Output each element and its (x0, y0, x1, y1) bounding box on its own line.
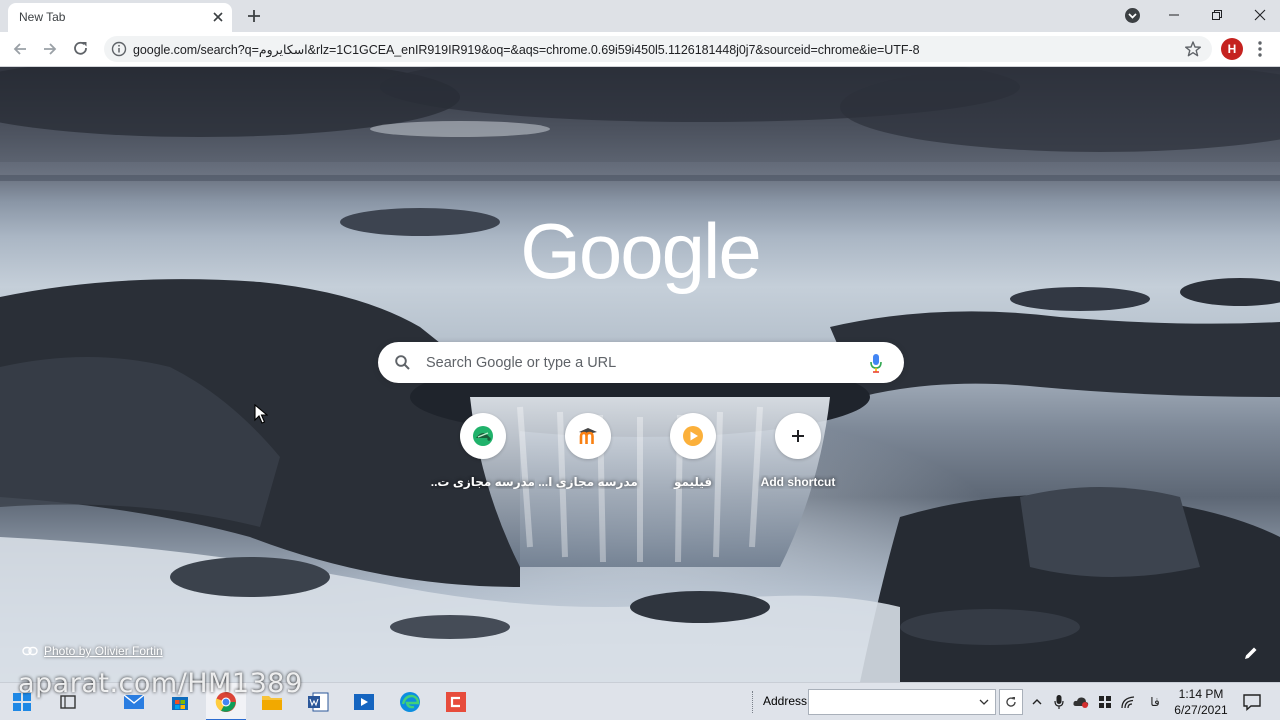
forward-button[interactable] (40, 39, 60, 59)
refresh-icon (1006, 697, 1016, 707)
taskbar-camtasia[interactable] (444, 690, 468, 714)
tray-antivirus[interactable] (1072, 693, 1090, 711)
tab-strip: New Tab (0, 0, 1280, 32)
shortcut-tile[interactable]: مدرسه مجازی ت... (431, 411, 535, 495)
turtle-logo-icon (473, 426, 493, 446)
moodle-logo-icon (579, 428, 597, 444)
toolbar-grip[interactable] (752, 691, 754, 713)
filimo-play-icon (683, 426, 703, 446)
microphone-tray-icon (1054, 695, 1064, 709)
restore-button[interactable] (1195, 0, 1239, 30)
address-toolbar-input[interactable] (808, 689, 996, 715)
cloud-sync-icon (1073, 697, 1089, 708)
shortcut-label: فیلیمو (673, 475, 713, 489)
shortcut-icon-container (775, 413, 821, 459)
chevron-up-icon (1032, 699, 1042, 705)
taskbar-clock[interactable]: 1:14 PM 6/27/2021 (1170, 686, 1232, 718)
shortcut-label: مدرسه مجازی ت... (431, 475, 535, 489)
search-input[interactable] (426, 342, 856, 383)
photo-credit-text: Photo by Olivier Fortin (44, 644, 163, 658)
kebab-menu-icon[interactable] (1254, 40, 1266, 58)
show-hidden-icons-button[interactable] (1028, 693, 1046, 711)
tray-network[interactable] (1120, 693, 1138, 711)
shortcut-icon-container (670, 413, 716, 459)
search-icon (395, 355, 410, 370)
bookmark-star-icon[interactable] (1184, 40, 1202, 58)
wifi-icon (1121, 696, 1135, 709)
shield-icon (1099, 696, 1111, 708)
microphone-icon[interactable] (869, 353, 883, 373)
google-logo-text: Google (520, 212, 760, 295)
media-player-icon (354, 694, 374, 710)
clock-time: 1:14 PM (1178, 687, 1224, 701)
address-go-button[interactable] (999, 689, 1023, 715)
new-tab-button[interactable] (244, 6, 264, 26)
mouse-cursor-icon (254, 404, 268, 424)
restore-icon (1212, 10, 1222, 20)
shortcut-label: مدرسه مجازی ا... (538, 475, 638, 489)
windows-taskbar: aparat.com/HM1389 Address فا 1:14 PM 6/2… (0, 668, 1280, 720)
minimize-icon (1169, 14, 1179, 16)
tray-microphone[interactable] (1050, 693, 1068, 711)
shortcut-icon-container (460, 413, 506, 459)
plus-icon (792, 430, 804, 442)
edge-icon (400, 692, 420, 712)
profile-avatar[interactable]: H (1221, 38, 1243, 60)
add-shortcut-button[interactable]: Add shortcut (746, 411, 850, 495)
new-tab-page: Google مدرسه مجازی ت... مدرسه مجازی ا...… (0, 67, 1280, 682)
shortcut-tile[interactable]: مدرسه مجازی ا... (536, 411, 640, 495)
taskbar-word[interactable] (306, 690, 330, 714)
search-box[interactable] (378, 342, 904, 383)
google-logo: Google (520, 212, 762, 295)
input-language-indicator[interactable]: فا (1146, 693, 1164, 711)
site-info-icon[interactable] (111, 41, 127, 57)
shortcut-tile[interactable]: فیلیمو (641, 411, 745, 495)
taskbar-edge[interactable] (398, 690, 422, 714)
camtasia-icon (446, 692, 466, 712)
back-button[interactable] (10, 39, 30, 59)
photo-credit-link[interactable]: Photo by Olivier Fortin (22, 642, 163, 660)
address-toolbar-label: Address (763, 694, 808, 708)
address-bar[interactable]: google.com/search?q=اسکایروم&rlz=1C1GCEA… (104, 36, 1212, 62)
shortcut-label: Add shortcut (760, 475, 836, 489)
close-icon (1254, 9, 1266, 21)
url-text: google.com/search?q=اسکایروم&rlz=1C1GCEA… (133, 43, 920, 57)
tab-new-tab[interactable]: New Tab (8, 3, 232, 32)
minimize-button[interactable] (1152, 0, 1196, 30)
video-watermark: aparat.com/HM1389 (18, 668, 303, 699)
word-icon (308, 692, 329, 712)
close-tab-icon[interactable] (210, 9, 226, 25)
shortcut-icon-container (565, 413, 611, 459)
close-window-button[interactable] (1238, 0, 1280, 30)
customize-pencil-icon[interactable] (1243, 645, 1259, 661)
link-icon (22, 646, 38, 656)
tab-title: New Tab (19, 10, 66, 24)
reload-button[interactable] (71, 39, 91, 59)
browser-toolbar: google.com/search?q=اسکایروم&rlz=1C1GCEA… (0, 32, 1280, 67)
notifications-icon[interactable] (1242, 692, 1262, 712)
clock-date: 6/27/2021 (1174, 703, 1228, 717)
taskbar-media-player[interactable] (352, 690, 376, 714)
tab-search-icon[interactable] (1124, 7, 1141, 24)
tray-security[interactable] (1096, 693, 1114, 711)
chevron-down-icon[interactable] (979, 696, 989, 708)
